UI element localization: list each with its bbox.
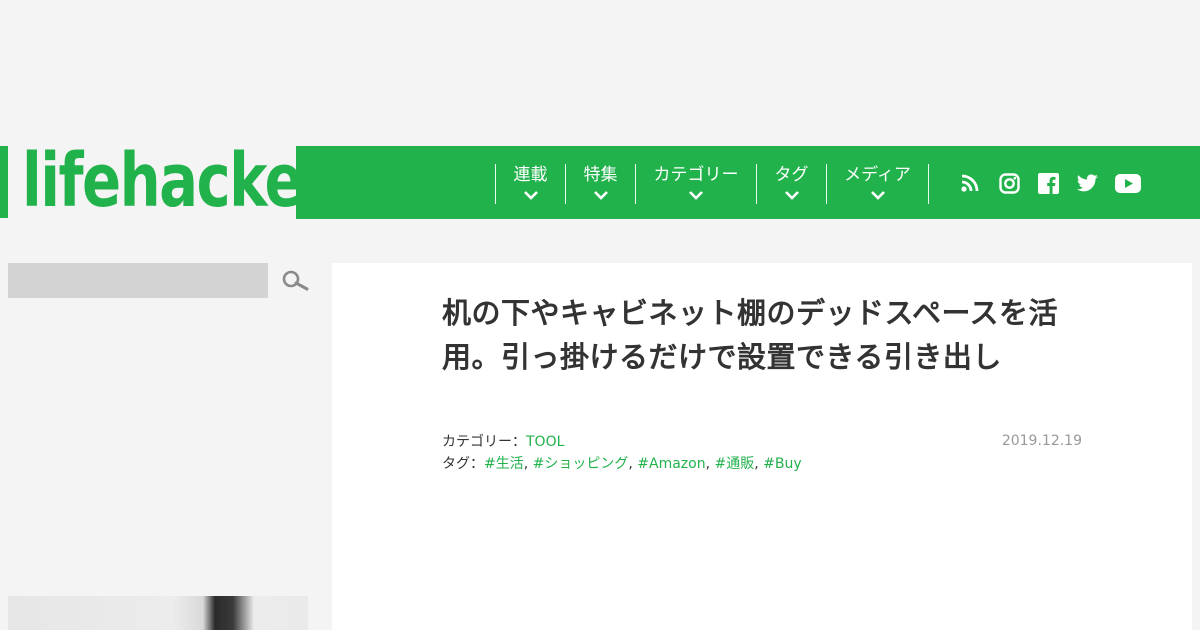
tag-separator: ,	[628, 456, 638, 472]
article-title: 机の下やキャビネット棚のデッドスペースを活用。引っ掛けるだけで設置できる引き出し	[442, 296, 1059, 374]
article-meta: カテゴリー：TOOL タグ：#生活, #ショッピング, #Amazon, #通販…	[442, 431, 802, 475]
tags-line: タグ：#生活, #ショッピング, #Amazon, #通販, #Buy	[442, 453, 802, 475]
nav-item-tag[interactable]: タグ	[757, 164, 827, 204]
chevron-down-icon	[784, 191, 799, 200]
category-label: カテゴリー：	[442, 434, 526, 450]
tag-link[interactable]: #ショッピング	[533, 456, 629, 472]
nav-item-label: タグ	[774, 165, 809, 185]
nav-menu: 連載 特集 カテゴリー タグ メディア	[495, 164, 929, 204]
category-line: カテゴリー：TOOL	[442, 431, 802, 453]
tag-separator: ,	[754, 456, 764, 472]
tag-link[interactable]: #生活	[484, 456, 524, 472]
twitter-icon[interactable]	[1076, 172, 1098, 194]
main-nav: 連載 特集 カテゴリー タグ メディア	[296, 146, 1200, 219]
logo-accent-bar	[0, 146, 8, 218]
tag-link[interactable]: #通販	[715, 456, 755, 472]
nav-item-media[interactable]: メディア	[827, 164, 929, 204]
youtube-icon[interactable]	[1114, 172, 1142, 194]
nav-item-rensai[interactable]: 連載	[496, 164, 566, 204]
search-input[interactable]	[8, 263, 268, 298]
category-link[interactable]: TOOL	[526, 434, 564, 450]
tag-link[interactable]: #Buy	[763, 456, 802, 472]
tag-separator: ,	[705, 456, 715, 472]
chevron-down-icon	[870, 191, 885, 200]
tags-label: タグ：	[442, 456, 484, 472]
nav-item-label: 特集	[583, 165, 618, 185]
nav-item-label: カテゴリー	[653, 165, 739, 185]
rss-icon[interactable]	[960, 172, 980, 194]
facebook-icon[interactable]	[1037, 172, 1059, 194]
nav-item-category[interactable]: カテゴリー	[636, 164, 757, 204]
article-card: 机の下やキャビネット棚のデッドスペースを活用。引っ掛けるだけで設置できる引き出し…	[332, 263, 1192, 630]
chevron-down-icon	[689, 191, 703, 200]
instagram-icon[interactable]	[998, 172, 1020, 194]
article-date: 2019.12.19	[1001, 433, 1082, 449]
tag-separator: ,	[523, 456, 533, 472]
tag-link[interactable]: #Amazon	[637, 456, 705, 472]
nav-item-label: 連載	[513, 165, 548, 185]
chevron-down-icon	[593, 191, 608, 200]
site-logo[interactable]: lifehacker	[22, 140, 331, 222]
search-icon[interactable]	[281, 269, 309, 293]
nav-item-tokushu[interactable]: 特集	[566, 164, 636, 204]
chevron-down-icon	[523, 191, 538, 200]
sidebar-thumbnail[interactable]	[8, 596, 308, 630]
nav-item-label: メディア	[844, 165, 911, 185]
